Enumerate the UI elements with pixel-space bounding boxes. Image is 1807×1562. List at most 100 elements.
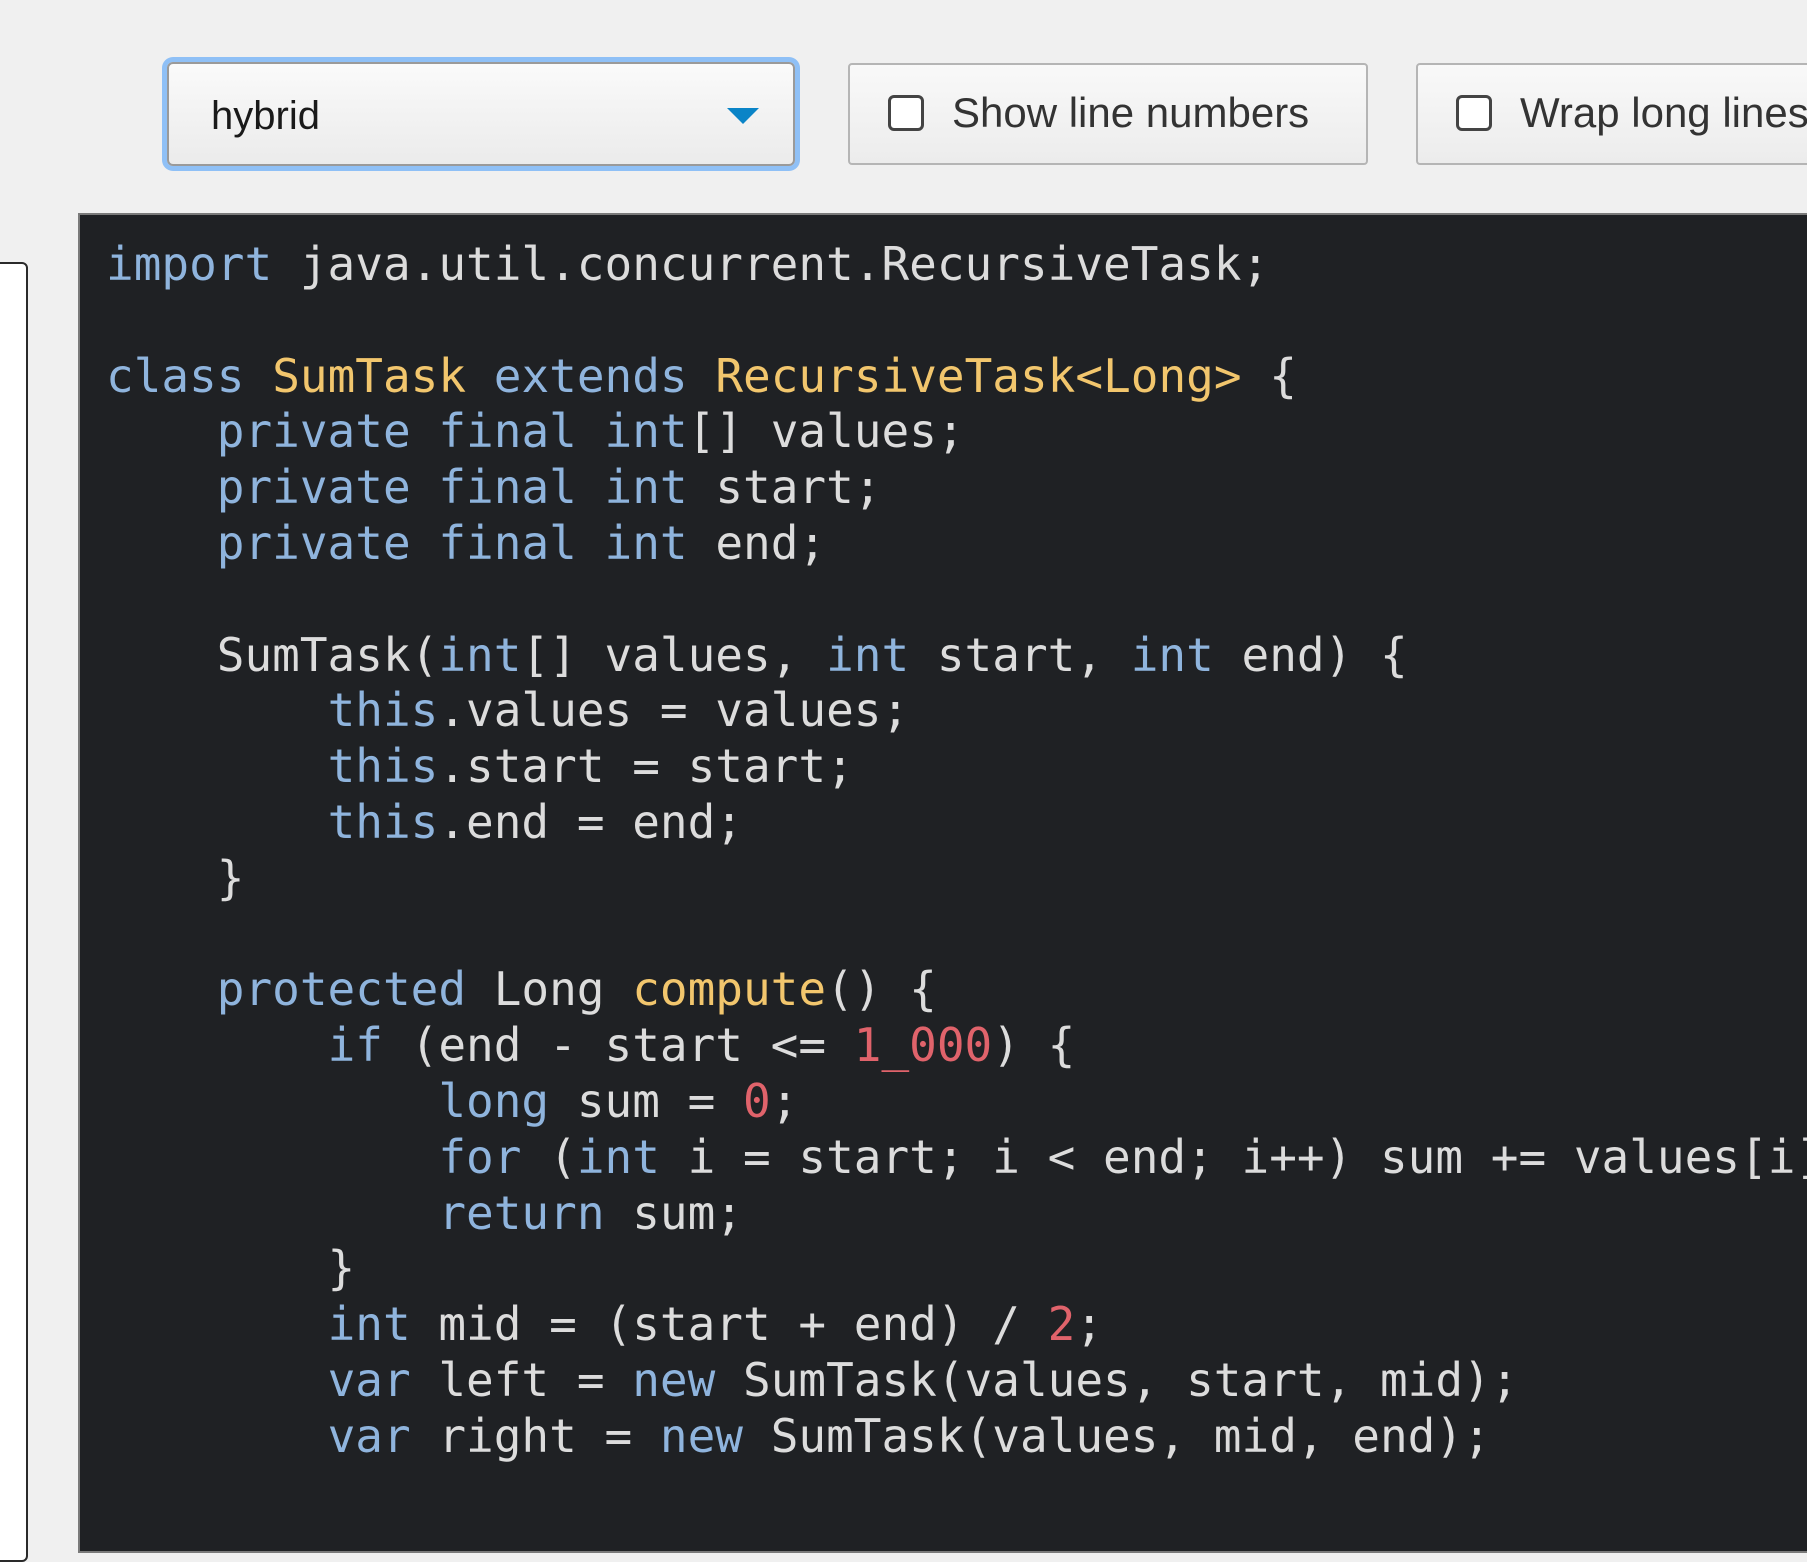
code-token: class bbox=[106, 348, 245, 403]
code-token: i = start; i < end; i++) sum += values[i… bbox=[659, 1129, 1807, 1184]
code-line: private final int[] values; bbox=[106, 404, 1807, 460]
side-panel bbox=[0, 262, 28, 1562]
wrap-lines-label: Wrap long lines bbox=[1520, 89, 1807, 136]
wrap-long-lines-toggle[interactable]: Wrap long lines bbox=[1416, 63, 1807, 165]
code-token: private bbox=[216, 460, 411, 515]
code-token: end; bbox=[687, 515, 827, 570]
code-token: var bbox=[327, 1408, 411, 1463]
code-token: RecursiveTask<Long> bbox=[715, 348, 1242, 403]
code-token: { bbox=[1241, 348, 1297, 403]
code-token: int bbox=[604, 515, 688, 570]
code-line: this.start = start; bbox=[106, 739, 1807, 795]
code-line: return sum; bbox=[106, 1186, 1807, 1242]
show-line-numbers-toggle[interactable]: Show line numbers bbox=[848, 63, 1368, 165]
code-token: sum; bbox=[604, 1185, 743, 1240]
line-numbers-checkbox[interactable] bbox=[888, 95, 924, 131]
code-token: protected bbox=[216, 962, 467, 1017]
code-line: } bbox=[106, 1241, 1807, 1297]
code-line: var left = new SumTask(values, start, mi… bbox=[106, 1353, 1807, 1409]
code-token: final bbox=[438, 515, 577, 570]
code-token: for bbox=[438, 1129, 522, 1184]
code-token: } bbox=[106, 850, 245, 905]
code-token: if bbox=[327, 1018, 383, 1073]
code-token: final bbox=[438, 404, 577, 459]
code-token: left = bbox=[410, 1352, 633, 1407]
code-token: end) { bbox=[1213, 627, 1408, 682]
code-token: SumTask bbox=[272, 348, 467, 403]
code-token: ; bbox=[1075, 1297, 1104, 1352]
code-token: compute bbox=[632, 962, 827, 1017]
code-token: } bbox=[106, 1241, 356, 1296]
code-token: int bbox=[604, 404, 688, 459]
code-token: this bbox=[327, 683, 439, 738]
code-token: int bbox=[826, 627, 910, 682]
code-line: class SumTask extends RecursiveTask<Long… bbox=[106, 349, 1807, 405]
code-token: return bbox=[438, 1185, 605, 1240]
code-line: } bbox=[106, 851, 1807, 907]
code-token: SumTask(values, mid, end); bbox=[743, 1408, 1491, 1463]
code-line: this.values = values; bbox=[106, 683, 1807, 739]
code-token: var bbox=[327, 1352, 411, 1407]
code-line: SumTask(int[] values, int start, int end… bbox=[106, 628, 1807, 684]
code-line: protected Long compute() { bbox=[106, 962, 1807, 1018]
code-line: int mid = (start + end) / 2; bbox=[106, 1297, 1807, 1353]
code-token: .values = values; bbox=[438, 683, 910, 738]
code-token: int bbox=[604, 460, 688, 515]
code-line: this.end = end; bbox=[106, 795, 1807, 851]
code-token: long bbox=[438, 1073, 550, 1128]
code-token: int bbox=[327, 1297, 411, 1352]
code-token: sum = bbox=[549, 1073, 743, 1128]
mode-select-value: hybrid bbox=[211, 94, 320, 138]
code-token: int bbox=[1130, 627, 1214, 682]
code-token: int bbox=[576, 1129, 660, 1184]
code-token: right = bbox=[410, 1408, 660, 1463]
code-token: Long bbox=[466, 962, 633, 1017]
code-token: ) { bbox=[992, 1018, 1076, 1073]
code-token: this bbox=[327, 794, 439, 849]
mode-select[interactable]: hybrid bbox=[167, 62, 795, 166]
code-token: .start = start; bbox=[438, 739, 854, 794]
code-line: if (end - start <= 1_000) { bbox=[106, 1018, 1807, 1074]
code-token: import bbox=[106, 237, 273, 291]
code-token: (end - start <= bbox=[382, 1018, 854, 1073]
code-line: private final int end; bbox=[106, 516, 1807, 572]
wrap-lines-checkbox[interactable] bbox=[1456, 95, 1492, 131]
code-token: final bbox=[438, 460, 577, 515]
code-token: extends bbox=[493, 348, 688, 403]
code-token: new bbox=[632, 1352, 716, 1407]
code-line: long sum = 0; bbox=[106, 1074, 1807, 1130]
code-token: .end = end; bbox=[438, 794, 743, 849]
code-token: new bbox=[659, 1408, 743, 1463]
code-viewer[interactable]: import java.util.concurrent.RecursiveTas… bbox=[78, 213, 1807, 1553]
code-token: [] values; bbox=[687, 404, 965, 459]
code-token: private bbox=[216, 404, 411, 459]
code-token: 0 bbox=[743, 1073, 771, 1128]
code-line: for (int i = start; i < end; i++) sum +=… bbox=[106, 1130, 1807, 1186]
code-line: private final int start; bbox=[106, 460, 1807, 516]
code-token: java.util.concurrent.RecursiveTask; bbox=[272, 237, 1270, 291]
